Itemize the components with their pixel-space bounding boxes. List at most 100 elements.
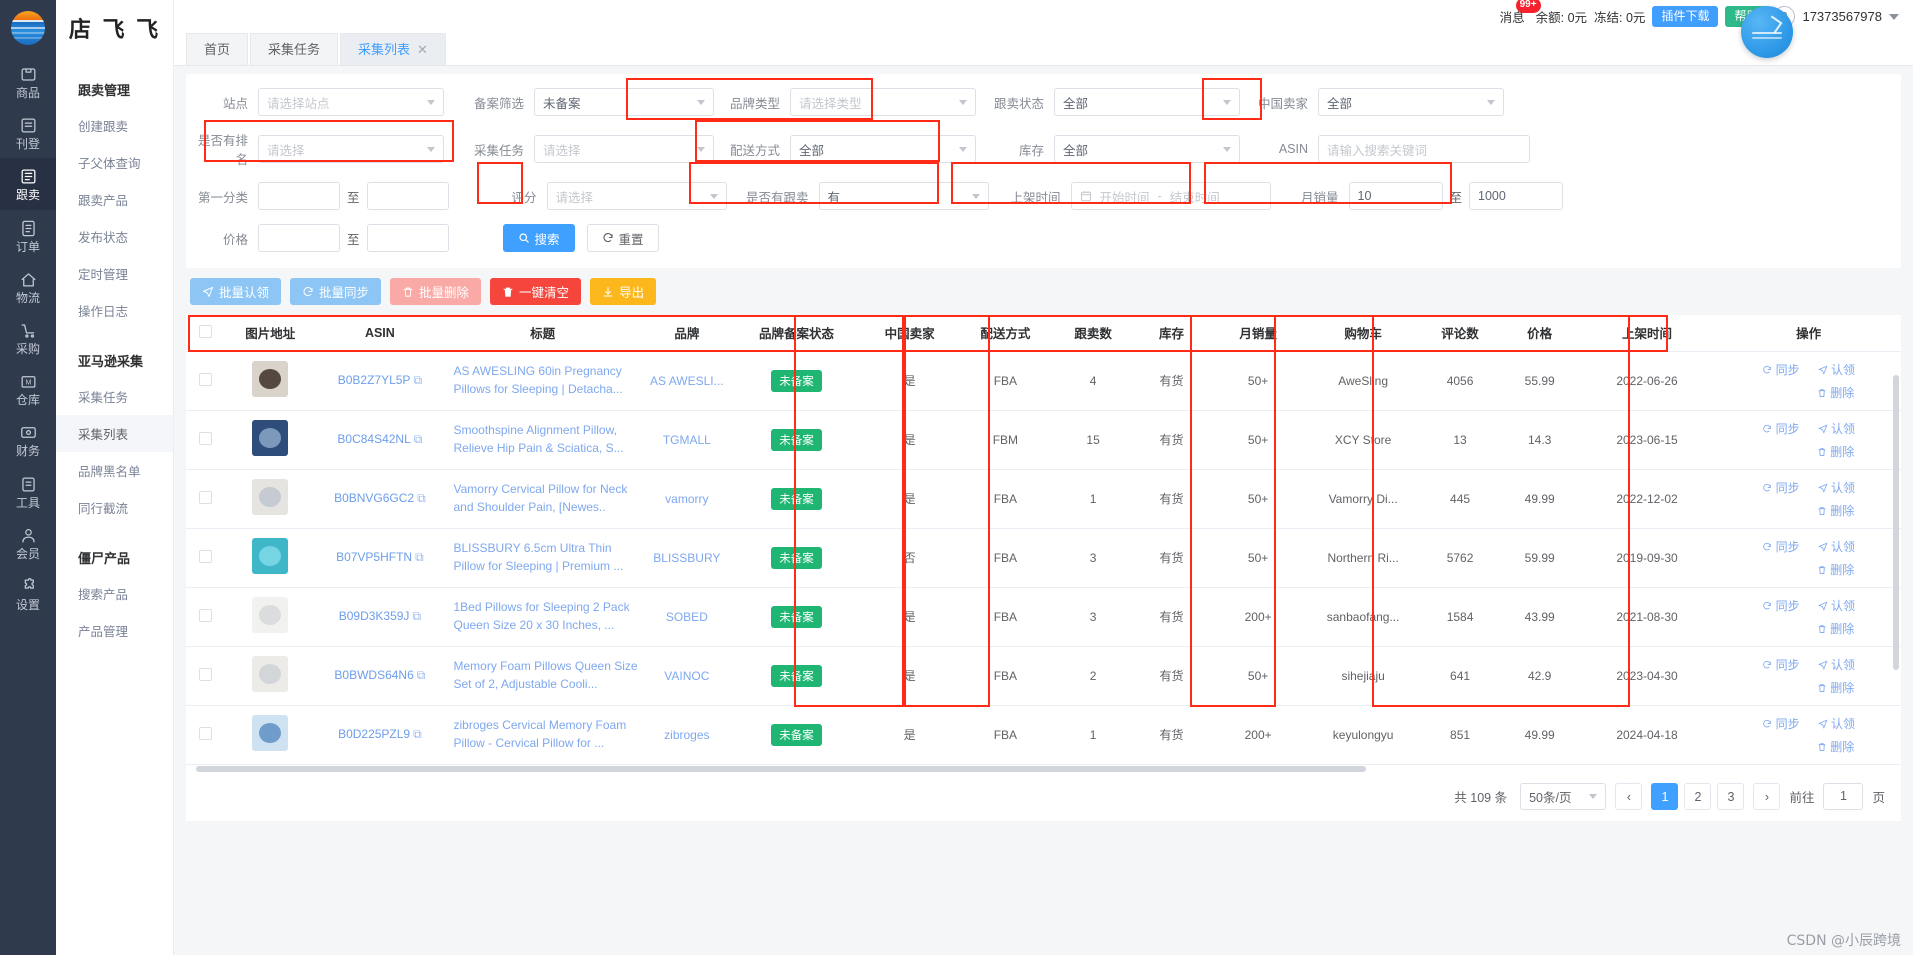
- tab-首页[interactable]: 首页: [186, 33, 249, 65]
- row-op-删除[interactable]: 删除: [1817, 561, 1854, 578]
- filter-monthly-sales-from[interactable]: 10: [1348, 182, 1443, 210]
- row-op-同步[interactable]: 同步: [1762, 361, 1800, 378]
- filter-stock-select[interactable]: 全部: [1054, 135, 1240, 163]
- chevron-down-icon[interactable]: [1889, 13, 1899, 20]
- tab-采集列表[interactable]: 采集列表 ✕: [340, 33, 446, 65]
- bulk-导出-button[interactable]: 导出: [590, 278, 657, 305]
- rail-item-会员[interactable]: 会员: [0, 517, 56, 568]
- row-title[interactable]: zibroges Cervical Memory Foam Pillow - C…: [448, 717, 638, 752]
- filter-has-rank-select[interactable]: 请选择: [258, 135, 444, 163]
- table-row[interactable]: B0C84S42NL ⧉ Smoothspine Alignment Pillow,…: [186, 410, 1901, 470]
- row-op-同步[interactable]: 同步: [1762, 538, 1800, 555]
- product-thumbnail[interactable]: [252, 361, 289, 397]
- filter-task-select[interactable]: 请选择: [534, 135, 714, 163]
- row-checkbox[interactable]: [199, 372, 213, 386]
- row-checkbox[interactable]: [199, 549, 213, 563]
- subnav-item-搜索产品[interactable]: 搜索产品: [56, 575, 173, 612]
- filter-listed-time-range[interactable]: 开始时间 - 结束时间: [1070, 182, 1271, 210]
- rail-item-设置[interactable]: 设置: [0, 568, 56, 619]
- row-checkbox[interactable]: [199, 608, 213, 622]
- vertical-scrollbar[interactable]: [1893, 375, 1899, 670]
- subnav-item-子父体查询[interactable]: 子父体查询: [56, 144, 173, 181]
- row-checkbox[interactable]: [199, 726, 213, 740]
- filter-site-select[interactable]: 请选择站点: [258, 88, 444, 116]
- tab-采集任务[interactable]: 采集任务: [250, 33, 339, 65]
- page-button-2[interactable]: 2: [1684, 783, 1712, 810]
- row-op-认领[interactable]: 认领: [1817, 715, 1855, 732]
- row-brand[interactable]: VAINOC: [640, 646, 734, 706]
- row-brand[interactable]: vamorry: [640, 469, 734, 529]
- row-op-删除[interactable]: 删除: [1817, 679, 1854, 696]
- row-title[interactable]: AS AWESLING 60in Pregnancy Pillows for S…: [448, 363, 638, 398]
- row-title[interactable]: Memory Foam Pillows Queen Size Set of 2,…: [448, 658, 638, 693]
- product-thumbnail[interactable]: [252, 656, 289, 692]
- filter-has-follow-select[interactable]: 有: [818, 182, 989, 210]
- rail-item-物流[interactable]: 物流: [0, 261, 56, 312]
- search-button[interactable]: 搜索: [502, 224, 575, 252]
- horizontal-scrollbar[interactable]: [186, 764, 1901, 773]
- product-thumbnail[interactable]: [252, 420, 289, 456]
- filter-price-to[interactable]: [366, 224, 449, 252]
- row-title[interactable]: BLISSBURY 6.5cm Ultra Thin Pillow for Sl…: [448, 540, 638, 575]
- row-title[interactable]: Smoothspine Alignment Pillow, Relieve Hi…: [448, 422, 638, 457]
- row-op-同步[interactable]: 同步: [1762, 479, 1800, 496]
- copy-icon[interactable]: ⧉: [412, 609, 421, 623]
- row-title[interactable]: Vamorry Cervical Pillow for Neck and Sho…: [448, 481, 638, 516]
- row-op-认领[interactable]: 认领: [1817, 538, 1855, 555]
- filter-monthly-sales-to[interactable]: 1000: [1469, 182, 1564, 210]
- row-op-认领[interactable]: 认领: [1817, 597, 1855, 614]
- copy-icon[interactable]: ⧉: [415, 550, 424, 564]
- page-size-select[interactable]: 50条/页: [1520, 783, 1607, 810]
- rail-item-财务[interactable]: 财务: [0, 414, 56, 465]
- row-op-认领[interactable]: 认领: [1817, 361, 1855, 378]
- page-button-3[interactable]: 3: [1717, 783, 1745, 810]
- subnav-item-产品管理[interactable]: 产品管理: [56, 612, 173, 649]
- row-op-删除[interactable]: 删除: [1817, 738, 1854, 755]
- subnav-item-跟卖产品[interactable]: 跟卖产品: [56, 181, 173, 218]
- row-asin-cell[interactable]: B0D225PZL9 ⧉: [315, 705, 445, 765]
- filter-follow-status-select[interactable]: 全部: [1054, 88, 1240, 116]
- row-brand[interactable]: BLISSBURY: [640, 528, 734, 588]
- row-op-同步[interactable]: 同步: [1762, 420, 1800, 437]
- table-row[interactable]: B0D225PZL9 ⧉ zibroges Cervical Memory Foam…: [186, 705, 1901, 765]
- product-thumbnail[interactable]: [252, 538, 289, 574]
- copy-icon[interactable]: ⧉: [413, 373, 422, 387]
- subnav-item-定时管理[interactable]: 定时管理: [56, 255, 173, 292]
- table-row[interactable]: B0BNVG6GC2 ⧉ Vamorry Cervical Pillow for N…: [186, 469, 1901, 529]
- prev-page-button[interactable]: ‹: [1615, 783, 1643, 810]
- row-brand[interactable]: zibroges: [640, 705, 734, 765]
- copy-icon[interactable]: ⧉: [417, 491, 426, 505]
- bulk-批量同步-button[interactable]: 批量同步: [290, 278, 382, 305]
- table-row[interactable]: B09D3K359J ⧉ 1Bed Pillows for Sleeping 2 P…: [186, 587, 1901, 647]
- filter-ship-method-select[interactable]: 全部: [790, 135, 976, 163]
- filter-record-select[interactable]: 未备案: [534, 88, 714, 116]
- copy-icon[interactable]: ⧉: [413, 727, 422, 741]
- rail-item-订单[interactable]: 订单: [0, 210, 56, 261]
- filter-rating-select[interactable]: 请选择: [546, 182, 727, 210]
- row-asin-cell[interactable]: B07VP5HFTN ⧉: [315, 528, 445, 588]
- subnav-item-品牌黑名单[interactable]: 品牌黑名单: [56, 452, 173, 489]
- copy-icon[interactable]: ⧉: [417, 668, 426, 682]
- account-phone[interactable]: 17373567978: [1802, 9, 1882, 24]
- row-op-同步[interactable]: 同步: [1762, 597, 1800, 614]
- bulk-一键清空-button[interactable]: 一键清空: [490, 278, 582, 305]
- row-asin-cell[interactable]: B0C84S42NL ⧉: [315, 410, 445, 470]
- product-thumbnail[interactable]: [252, 715, 289, 751]
- plugin-download-button[interactable]: 插件下载: [1652, 6, 1719, 27]
- filter-brand-type-select[interactable]: 请选择类型: [790, 88, 976, 116]
- rail-item-刊登[interactable]: 刊登: [0, 107, 56, 158]
- subnav-item-采集任务[interactable]: 采集任务: [56, 378, 173, 415]
- row-checkbox[interactable]: [199, 431, 213, 445]
- row-title[interactable]: 1Bed Pillows for Sleeping 2 Pack Queen S…: [448, 599, 638, 634]
- jump-page-input[interactable]: 1: [1823, 783, 1864, 810]
- reset-button[interactable]: 重置: [586, 224, 659, 252]
- row-brand[interactable]: SOBED: [640, 587, 734, 647]
- row-op-删除[interactable]: 删除: [1817, 620, 1854, 637]
- filter-asin-input[interactable]: 请输入搜索关键词: [1318, 135, 1530, 163]
- product-thumbnail[interactable]: [252, 479, 289, 515]
- rail-item-商品[interactable]: 商品: [0, 56, 56, 107]
- row-op-认领[interactable]: 认领: [1817, 420, 1855, 437]
- row-brand[interactable]: AS AWESLI...: [640, 351, 734, 411]
- subnav-item-发布状态[interactable]: 发布状态: [56, 218, 173, 255]
- row-op-删除[interactable]: 删除: [1817, 384, 1854, 401]
